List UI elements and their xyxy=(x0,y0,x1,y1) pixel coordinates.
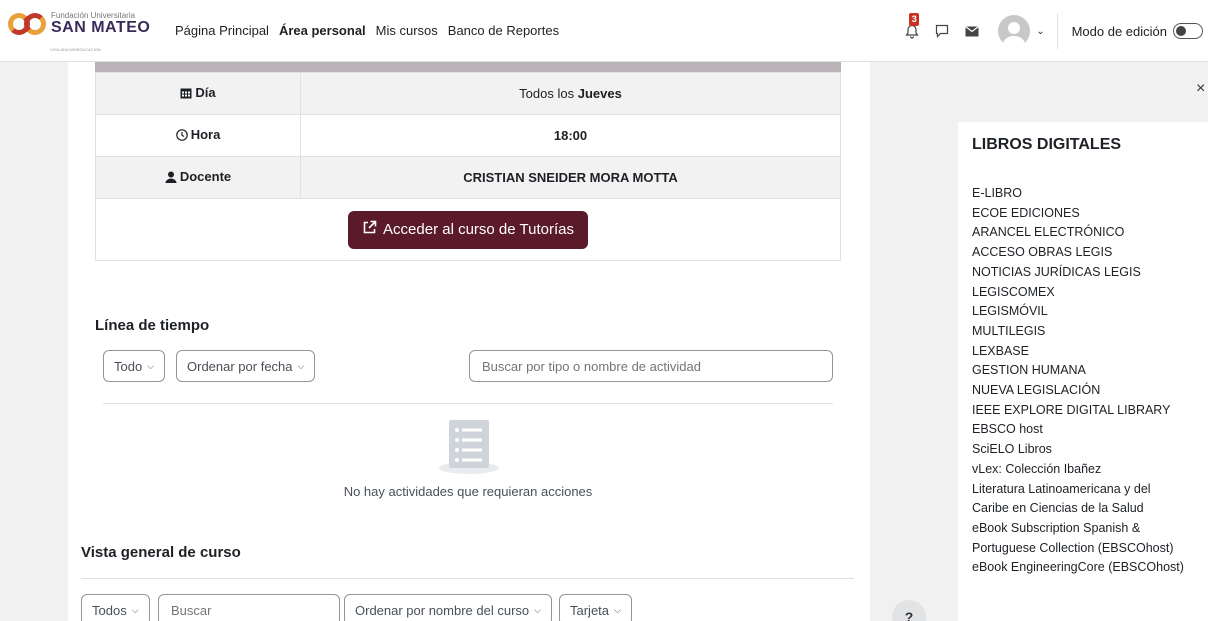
list-item[interactable]: Literatura Latinoamericana y del xyxy=(972,480,1202,500)
logo-mark-icon xyxy=(8,10,48,38)
list-item[interactable]: ARANCEL ELECTRÓNICO xyxy=(972,223,1202,243)
user-avatar[interactable] xyxy=(998,15,1031,47)
edit-mode-toggle[interactable] xyxy=(1173,23,1203,39)
nav-dashboard[interactable]: Área personal xyxy=(279,23,366,38)
chevron-down-icon: ⌵ xyxy=(614,604,621,615)
tutoring-schedule-table: Día Todos los Jueves Hora 18:00 Docente … xyxy=(95,72,841,261)
external-link-icon xyxy=(362,220,377,239)
logo-name: SAN MATEO xyxy=(51,19,151,36)
envelope-icon[interactable] xyxy=(964,23,980,39)
empty-activities-text: No hay actividades que requieran accione… xyxy=(343,484,593,499)
teacher-label-cell: Docente xyxy=(95,156,301,199)
access-tutoring-course-label: Acceder al curso de Tutorías xyxy=(383,221,574,238)
course-sort-dropdown[interactable]: Ordenar por nombre del curso ⌵ xyxy=(344,594,552,621)
hour-label-cell: Hora xyxy=(95,114,301,157)
messages-chat-icon[interactable] xyxy=(934,23,950,39)
table-row: Día Todos los Jueves xyxy=(95,72,841,115)
list-item[interactable]: Portuguese Collection (EBSCOhost) xyxy=(972,539,1202,559)
list-item[interactable]: LEGISCOMEX xyxy=(972,283,1202,303)
nav-reports[interactable]: Banco de Reportes xyxy=(448,23,559,38)
teacher-value: CRISTIAN SNEIDER MORA MOTTA xyxy=(463,170,678,185)
tutoring-button-cell: Acceder al curso de Tutorías xyxy=(95,198,841,261)
chevron-down-icon: ⌵ xyxy=(534,604,541,615)
list-item[interactable]: ACCESO OBRAS LEGIS xyxy=(972,243,1202,263)
table-row: Hora 18:00 xyxy=(95,114,841,157)
site-logo[interactable]: Fundación Universitaria SAN MATEO xyxy=(8,10,150,38)
list-item[interactable]: IEEE EXPLORE DIGITAL LIBRARY xyxy=(972,401,1202,421)
close-drawer-icon[interactable]: × xyxy=(1196,80,1205,98)
day-label: Día xyxy=(195,85,216,100)
timeline-title: Línea de tiempo xyxy=(95,317,210,334)
notifications-bell-icon[interactable]: 3 xyxy=(904,13,920,39)
table-row: Acceder al curso de Tutorías xyxy=(95,198,841,261)
course-overview-title: Vista general de curso xyxy=(81,544,241,561)
timeline-divider xyxy=(103,403,833,404)
course-search-input[interactable] xyxy=(158,594,340,621)
list-item[interactable]: EBSCO host xyxy=(972,420,1202,440)
day-value: Jueves xyxy=(577,86,622,101)
nav-home[interactable]: Página Principal xyxy=(175,23,269,38)
course-view-label: Tarjeta xyxy=(570,602,610,618)
schedule-block-header xyxy=(95,62,841,72)
access-tutoring-course-button[interactable]: Acceder al curso de Tutorías xyxy=(348,210,588,249)
teacher-label: Docente xyxy=(179,169,232,184)
chevron-down-icon: ⌵ xyxy=(131,604,139,615)
timeline-search-input[interactable] xyxy=(469,350,833,382)
user-icon xyxy=(165,171,177,186)
list-item[interactable]: NUEVA LEGISLACIÓN xyxy=(972,381,1202,401)
table-row: Docente CRISTIAN SNEIDER MORA MOTTA xyxy=(95,156,841,199)
list-item[interactable]: NOTICIAS JURÍDICAS LEGIS xyxy=(972,263,1202,283)
day-prefix: Todos los xyxy=(519,86,578,101)
course-filter-dropdown[interactable]: Todos ⌵ xyxy=(81,594,150,621)
hour-value: 18:00 xyxy=(553,128,588,143)
list-item[interactable]: eBook EngineeringCore (EBSCOhost) xyxy=(972,558,1202,578)
list-item[interactable]: LEGISMÓVIL xyxy=(972,302,1202,322)
teacher-value-cell: CRISTIAN SNEIDER MORA MOTTA xyxy=(300,156,841,199)
edit-mode-label: Modo de edición xyxy=(1071,23,1167,39)
chevron-down-icon: ⌵ xyxy=(297,360,305,371)
list-item[interactable]: Caribe en Ciencias de la Salud xyxy=(972,499,1202,519)
hour-value-cell: 18:00 xyxy=(300,114,841,157)
navbar-divider xyxy=(1056,13,1058,49)
list-item[interactable]: ECOE EDICIONES xyxy=(972,204,1202,224)
list-item[interactable]: LEXBASE xyxy=(972,342,1202,362)
day-value-cell: Todos los Jueves xyxy=(300,72,841,115)
timeline-filter-label: Todo xyxy=(114,358,143,374)
list-item[interactable]: SciELO Libros xyxy=(972,440,1202,460)
primary-nav: Página Principal Área personal Mis curso… xyxy=(175,23,569,38)
empty-activities-icon xyxy=(438,420,500,479)
list-item[interactable]: E-LIBRO xyxy=(972,184,1202,204)
chevron-down-icon: ⌵ xyxy=(147,360,155,371)
course-filter-label: Todos xyxy=(92,602,127,618)
day-label-cell: Día xyxy=(95,72,301,115)
hour-label: Hora xyxy=(190,127,221,142)
digital-books-title: LIBROS DIGITALES xyxy=(972,136,1122,153)
course-view-dropdown[interactable]: Tarjeta ⌵ xyxy=(559,594,632,621)
digital-books-list: E-LIBRO ECOE EDICIONES ARANCEL ELECTRÓNI… xyxy=(972,184,1202,578)
chevron-down-icon[interactable]: ⌄ xyxy=(1036,26,1044,37)
list-item[interactable]: MULTILEGIS xyxy=(972,322,1202,342)
notification-count-badge: 3 xyxy=(909,13,920,26)
help-button[interactable]: ? xyxy=(892,600,926,621)
course-overview-divider xyxy=(81,578,854,579)
clock-icon xyxy=(175,129,188,144)
timeline-sort-dropdown[interactable]: Ordenar por fecha ⌵ xyxy=(176,350,316,382)
timeline-filter-dropdown[interactable]: Todo ⌵ xyxy=(103,350,166,382)
logo-tagline: VIGILADA MINEDUCACIÓN xyxy=(50,47,101,52)
list-item[interactable]: GESTION HUMANA xyxy=(972,361,1202,381)
nav-my-courses[interactable]: Mis cursos xyxy=(376,23,438,38)
top-navbar: Fundación Universitaria SAN MATEO VIGILA… xyxy=(0,0,1208,62)
course-sort-label: Ordenar por nombre del curso xyxy=(355,602,530,618)
calendar-icon xyxy=(180,87,192,102)
timeline-sort-label: Ordenar por fecha xyxy=(187,358,293,374)
list-item[interactable]: vLex: Colección Ibañez xyxy=(972,460,1202,480)
list-item[interactable]: eBook Subscription Spanish & xyxy=(972,519,1202,539)
